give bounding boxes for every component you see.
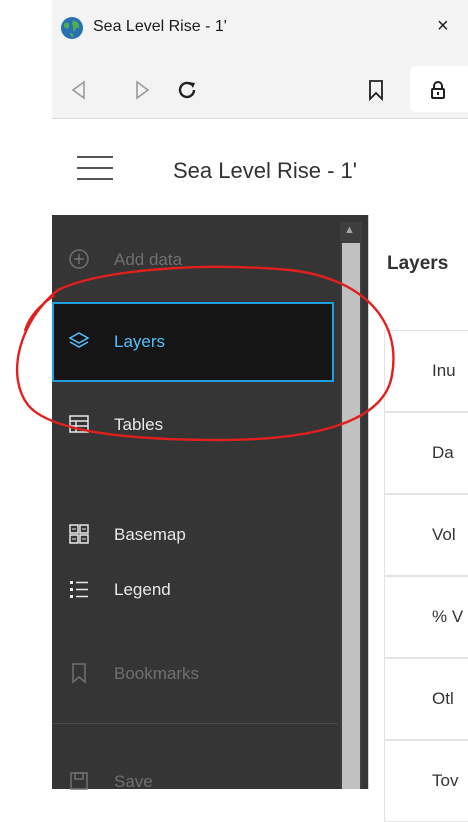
browser-nav-bar xyxy=(52,62,468,118)
sidebar-item-legend[interactable]: Legend xyxy=(52,560,334,620)
layers-icon xyxy=(68,332,90,348)
bookmark-icon[interactable] xyxy=(368,79,384,101)
layer-row[interactable]: Inu xyxy=(384,330,468,412)
lock-icon xyxy=(431,81,445,99)
app-title: Sea Level Rise - 1' xyxy=(173,158,357,183)
layer-name: Vol xyxy=(432,525,456,544)
sidebar-item-label: Save xyxy=(114,772,153,791)
panel-title: Layers xyxy=(387,253,449,274)
layer-name: Tov xyxy=(432,771,459,790)
add-circle-icon xyxy=(69,249,89,269)
layer-row[interactable]: Otl xyxy=(384,658,468,740)
sidebar-item-label: Legend xyxy=(114,580,171,599)
sidebar-item-tables[interactable]: Tables xyxy=(52,395,334,455)
bookmark-icon xyxy=(72,663,86,684)
sidebar-item-basemap[interactable]: Basemap xyxy=(52,505,334,565)
layer-name: Da xyxy=(432,443,454,462)
layer-name: Otl xyxy=(432,689,454,708)
sidebar-item-add-data[interactable]: Add data xyxy=(52,230,334,290)
browser-tab-title[interactable]: Sea Level Rise - 1' xyxy=(93,18,227,36)
sidebar-item-bookmarks[interactable]: Bookmarks xyxy=(52,644,334,704)
menu-icon[interactable] xyxy=(77,156,113,182)
sidebar-item-layers[interactable]: Layers xyxy=(52,302,334,382)
chrome-divider xyxy=(52,118,468,119)
legend-icon xyxy=(70,581,88,598)
scroll-up-icon[interactable]: ▲ xyxy=(344,224,355,236)
sidebar-divider xyxy=(52,723,338,724)
layer-name: Inu xyxy=(432,361,456,380)
scrollbar-thumb[interactable] xyxy=(342,243,360,789)
back-icon[interactable] xyxy=(70,80,88,100)
sidebar-item-label: Layers xyxy=(114,332,166,351)
reload-icon[interactable] xyxy=(176,79,198,101)
sidebar-item-label: Bookmarks xyxy=(114,664,200,683)
sidebar-item-label: Basemap xyxy=(114,525,186,544)
sidebar-item-save[interactable]: Save xyxy=(52,752,334,812)
layer-row[interactable]: Vol xyxy=(384,494,468,576)
basemap-icon xyxy=(69,524,89,544)
tab-close-button[interactable]: × xyxy=(437,15,449,38)
layer-name: % V xyxy=(432,607,464,626)
forward-icon[interactable] xyxy=(133,80,151,100)
sidebar-item-label: Tables xyxy=(114,415,164,434)
table-icon xyxy=(69,415,89,433)
layer-row[interactable]: % V xyxy=(384,576,468,658)
layer-row[interactable]: Tov xyxy=(384,740,468,822)
layer-row[interactable]: Da xyxy=(384,412,468,494)
globe-icon xyxy=(61,17,83,39)
sidebar-item-label: Add data xyxy=(114,250,183,269)
